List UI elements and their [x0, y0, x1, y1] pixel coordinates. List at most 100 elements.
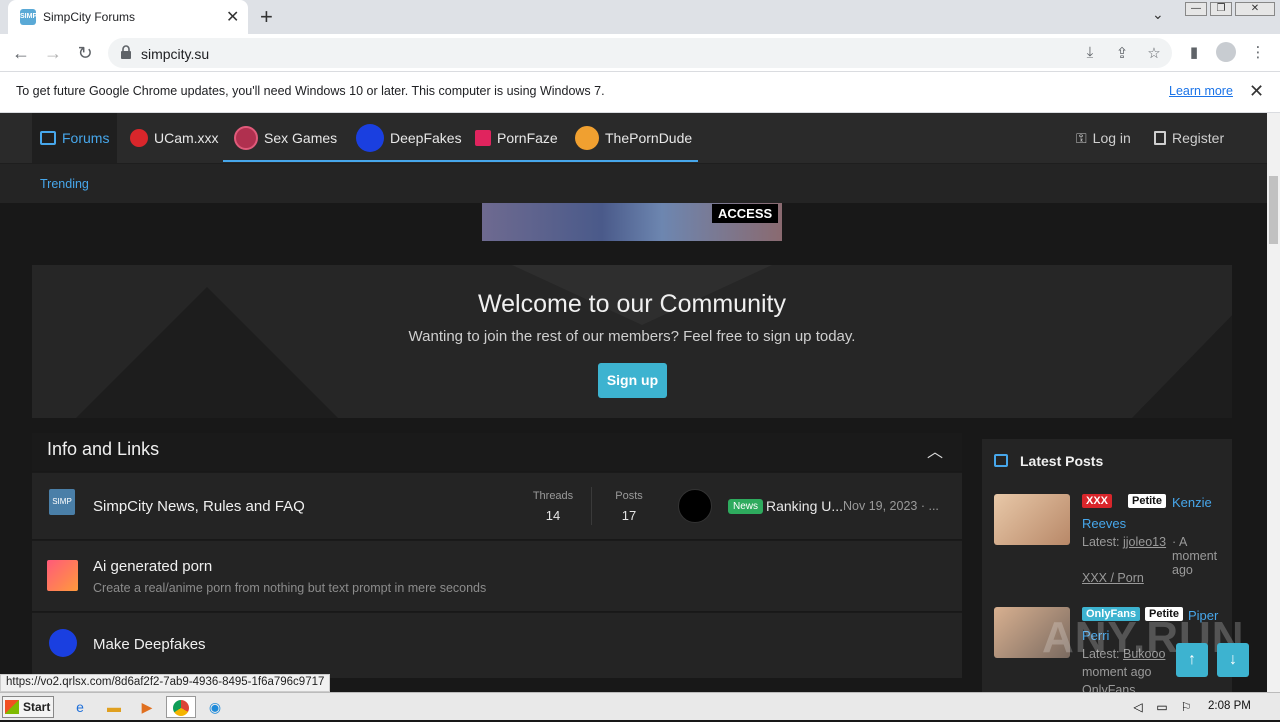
- site-viewport: Forums UCam.xxx Sex Games DeepFakes Porn…: [0, 113, 1267, 692]
- explorer-folder-icon[interactable]: ▬: [102, 696, 126, 718]
- tab-search-icon[interactable]: ⌄: [1152, 6, 1164, 23]
- info-links-header: Info and Links ︿: [32, 433, 962, 471]
- install-icon[interactable]: ⤓: [1080, 44, 1100, 61]
- welcome-subtitle: Wanting to join the rest of our members?…: [408, 328, 856, 345]
- post-forum-link[interactable]: OnlyFans: [1082, 683, 1136, 692]
- sex-games-logo-icon: [234, 126, 258, 150]
- nav-item-deepfakes[interactable]: DeepFakes: [348, 113, 470, 163]
- tag-badge: Petite: [1128, 494, 1166, 508]
- volume-icon[interactable]: ◁: [1126, 696, 1150, 718]
- forum-title[interactable]: Make Deepfakes: [93, 636, 206, 653]
- register-link[interactable]: Register: [1146, 113, 1232, 163]
- tab-strip: SIMP SimpCity Forums ✕ + ⌄ — ❐ ✕: [0, 0, 1280, 34]
- scrollbar-thumb[interactable]: [1269, 176, 1278, 244]
- profile-avatar-icon[interactable]: [1216, 42, 1236, 62]
- theporndude-logo-icon: [575, 126, 599, 150]
- pornfaze-logo-icon: [475, 130, 491, 146]
- nav-active-underline: [223, 160, 698, 162]
- latest-thread-link[interactable]: Ranking U...: [766, 498, 843, 514]
- new-tab-button[interactable]: +: [260, 4, 273, 30]
- trending-link[interactable]: Trending: [40, 177, 89, 191]
- reload-icon[interactable]: ↻: [72, 40, 98, 66]
- deepfakes-logo-icon: [356, 124, 384, 152]
- bookmark-star-icon[interactable]: ☆: [1144, 44, 1164, 62]
- url-text: simpcity.su: [141, 46, 210, 62]
- post-latest-label: Latest:: [1082, 535, 1120, 549]
- address-bar[interactable]: simpcity.su ⤓ ⇪ ☆: [108, 38, 1172, 68]
- deepfakes-forum-icon: [49, 629, 77, 657]
- network-icon[interactable]: ▭: [1150, 696, 1174, 718]
- scroll-up-button[interactable]: ↑: [1176, 643, 1208, 677]
- forum-title[interactable]: SimpCity News, Rules and FAQ: [93, 498, 305, 515]
- browser-tab[interactable]: SIMP SimpCity Forums ✕: [8, 0, 248, 34]
- forum-icon: [40, 131, 56, 145]
- lock-icon: [121, 45, 131, 59]
- chevron-up-icon[interactable]: ︿: [927, 438, 943, 462]
- tab-title: SimpCity Forums: [43, 10, 136, 24]
- menu-dots-icon[interactable]: ⋮: [1248, 43, 1268, 61]
- nav-item-sex-games[interactable]: Sex Games: [226, 113, 345, 163]
- update-infobar: To get future Google Chrome updates, you…: [0, 72, 1280, 113]
- nav-label: Forums: [62, 130, 110, 146]
- back-icon[interactable]: ←: [8, 40, 34, 66]
- post-title-link[interactable]: Kenzie: [1172, 495, 1212, 510]
- tag-badge: XXX: [1082, 494, 1113, 508]
- flag-icon[interactable]: ⚐: [1174, 696, 1198, 718]
- site-nav: Forums UCam.xxx Sex Games DeepFakes Porn…: [0, 113, 1267, 163]
- nav-label: Sex Games: [264, 130, 338, 146]
- tab-close-icon[interactable]: ✕: [226, 7, 239, 27]
- share-icon[interactable]: ⇪: [1112, 44, 1132, 62]
- forward-icon[interactable]: →: [40, 40, 66, 66]
- login-link[interactable]: ⚿ Log in: [1068, 113, 1139, 163]
- forum-title[interactable]: Ai generated porn: [93, 558, 212, 575]
- forum-row[interactable]: Ai generated porn Create a real/anime po…: [32, 540, 962, 611]
- threads-label: Threads: [532, 490, 574, 502]
- forum-row[interactable]: SIMP SimpCity News, Rules and FAQ Thread…: [32, 472, 962, 539]
- post-time: · A moment ago: [1172, 535, 1218, 577]
- key-icon: ⚿: [1076, 129, 1087, 146]
- media-player-icon[interactable]: ▶: [135, 696, 159, 718]
- side-panel-icon[interactable]: ▮: [1184, 43, 1204, 61]
- chrome-logo-icon: [173, 700, 189, 716]
- sign-up-button[interactable]: Sign up: [598, 363, 667, 398]
- nav-label: PornFaze: [497, 130, 558, 146]
- post-forum-link[interactable]: XXX / Porn: [1082, 571, 1144, 585]
- nav-label: ThePornDude: [605, 130, 693, 146]
- section-title: Info and Links: [47, 439, 160, 459]
- nav-item-pornfaze[interactable]: PornFaze: [467, 113, 566, 163]
- ai-porn-forum-icon: [47, 560, 78, 591]
- window-close-button[interactable]: ✕: [1235, 2, 1275, 16]
- nav-item-theporndude[interactable]: ThePornDude: [567, 113, 700, 163]
- windows-taskbar: Start e ▬ ▶ ◉ ◁ ▭ ⚐ 2:08 PM: [0, 692, 1280, 720]
- ucam-logo-icon: [130, 129, 148, 147]
- forum-description: Create a real/anime porn from nothing bu…: [93, 581, 487, 595]
- post-title-link[interactable]: Reeves: [1082, 516, 1126, 531]
- status-bar-url: https://vo2.qrlsx.com/8d6af2f2-7ab9-4936…: [0, 674, 331, 692]
- nav-item-forums[interactable]: Forums: [32, 113, 118, 163]
- simpcity-forum-icon: SIMP: [49, 489, 75, 515]
- infobar-close-icon[interactable]: ✕: [1249, 81, 1264, 102]
- post-user-link[interactable]: jjoleo13: [1123, 535, 1166, 549]
- minimize-button[interactable]: —: [1185, 2, 1207, 16]
- scroll-down-button[interactable]: ↓: [1217, 643, 1249, 677]
- forum-row[interactable]: Make Deepfakes: [32, 612, 962, 678]
- decor-triangle: [1132, 305, 1232, 418]
- latest-posts-title: Latest Posts: [1020, 453, 1104, 469]
- ie-icon[interactable]: e: [68, 696, 92, 718]
- post-thumbnail[interactable]: [994, 494, 1070, 545]
- browser-toolbar: ← → ↻ simpcity.su ⤓ ⇪ ☆ ▮ ⋮: [0, 34, 1280, 72]
- news-badge: News: [728, 499, 764, 514]
- nav-label: UCam.xxx: [154, 130, 219, 146]
- avatar[interactable]: [678, 489, 712, 523]
- anyrun-watermark: ANY.RUN: [1042, 613, 1245, 662]
- nav-item-ucam[interactable]: UCam.xxx: [122, 113, 227, 163]
- welcome-panel: Welcome to our Community Wanting to join…: [32, 265, 1232, 418]
- taskbar-clock[interactable]: 2:08 PM: [1208, 700, 1251, 712]
- edge-icon[interactable]: ◉: [203, 696, 227, 718]
- threads-count: 14: [545, 508, 561, 523]
- sub-nav: Trending: [0, 163, 1267, 203]
- learn-more-link[interactable]: Learn more: [1169, 84, 1233, 98]
- infobar-message: To get future Google Chrome updates, you…: [16, 84, 605, 98]
- chrome-taskbar-icon[interactable]: [166, 696, 196, 718]
- maximize-button[interactable]: ❐: [1210, 2, 1232, 16]
